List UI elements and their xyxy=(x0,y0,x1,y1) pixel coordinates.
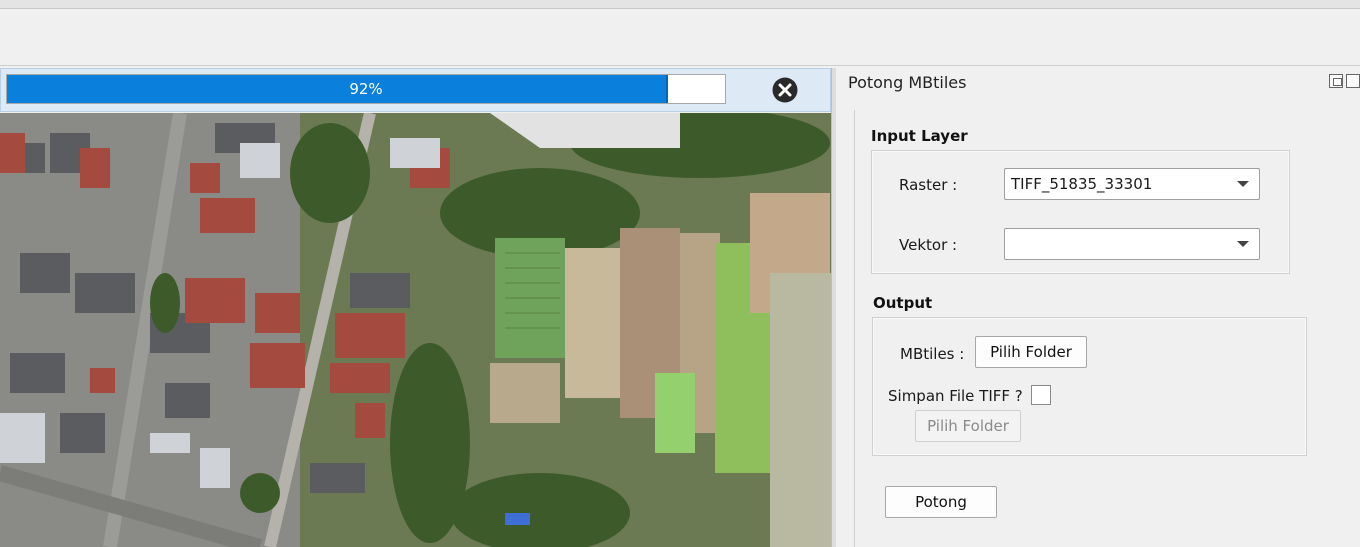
progress-row: 92% xyxy=(0,68,831,112)
progress-bar: 92% xyxy=(6,74,726,104)
toolbar-area xyxy=(0,9,1360,66)
potong-button[interactable]: Potong xyxy=(885,486,997,518)
dock-potong-mbtiles: Potong MBtiles Input Layer Raster : TIFF… xyxy=(836,66,1360,547)
input-layer-title: Input Layer xyxy=(871,127,968,145)
progress-label: 92% xyxy=(349,80,383,98)
map-canvas[interactable] xyxy=(0,113,831,547)
chevron-down-icon xyxy=(1237,181,1249,187)
chevron-down-icon xyxy=(1237,241,1249,247)
save-tiff-checkbox[interactable] xyxy=(1031,385,1051,405)
window-top-strip xyxy=(0,0,1360,9)
raster-select[interactable]: TIFF_51835_33301 xyxy=(1004,168,1260,200)
dock-title: Potong MBtiles xyxy=(848,73,967,92)
aerial-imagery xyxy=(0,113,831,547)
mbtiles-folder-button[interactable]: Pilih Folder xyxy=(975,336,1087,368)
vektor-select[interactable] xyxy=(1004,228,1260,260)
output-title: Output xyxy=(873,294,933,312)
raster-select-value: TIFF_51835_33301 xyxy=(1011,175,1153,193)
save-tiff-label: Simpan File TIFF ? xyxy=(888,387,1023,405)
dock-float-icon[interactable] xyxy=(1329,74,1343,88)
cancel-icon[interactable] xyxy=(771,76,799,104)
mbtiles-label: MBtiles : xyxy=(900,345,965,363)
dock-close-icon[interactable] xyxy=(1346,74,1360,88)
dock-content-border xyxy=(854,110,855,547)
tiff-folder-button[interactable]: Pilih Folder xyxy=(915,410,1021,442)
vektor-label: Vektor : xyxy=(899,236,958,254)
raster-label: Raster : xyxy=(899,176,958,194)
dock-title-buttons xyxy=(1329,74,1360,88)
